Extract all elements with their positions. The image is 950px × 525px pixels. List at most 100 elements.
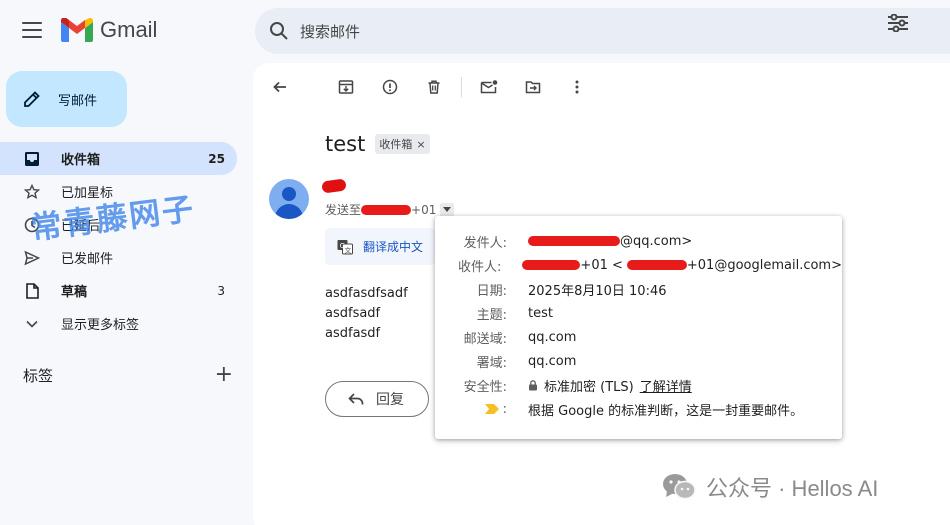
lock-icon xyxy=(529,379,537,390)
inbox-icon xyxy=(24,151,40,167)
reply-label: 回复 xyxy=(376,392,404,408)
sidebar-item-drafts[interactable]: 草稿 3 xyxy=(0,274,237,307)
gmail-m-icon xyxy=(61,18,93,42)
archive-button[interactable] xyxy=(329,77,363,97)
message-toolbar xyxy=(263,77,604,97)
details-label: 日期: xyxy=(476,283,507,299)
report-spam-button[interactable] xyxy=(373,77,407,97)
details-signed-by-row: 署域: qq.com xyxy=(435,349,842,373)
label-chip-text: 收件箱 xyxy=(379,138,413,151)
redacted-recipient xyxy=(361,204,412,215)
sender-avatar[interactable] xyxy=(269,179,309,219)
redacted-sender-address xyxy=(528,236,620,246)
unread-count: 25 xyxy=(208,151,225,166)
details-mailed-by-row: 邮送域: qq.com xyxy=(435,325,842,349)
move-to-button[interactable] xyxy=(516,77,550,97)
sidebar-item-label: 显示更多标签 xyxy=(61,318,140,333)
translate-button[interactable]: G 文 翻译成中文 xyxy=(325,228,435,265)
gmail-logo[interactable]: Gmail xyxy=(61,17,157,43)
more-options-button[interactable] xyxy=(560,77,594,97)
to-address-suffix: +01@googlemail.com> xyxy=(686,257,842,273)
details-date-row: 日期: 2025年8月10日 10:46 xyxy=(435,277,842,301)
trash-icon xyxy=(428,80,440,94)
archive-icon xyxy=(338,80,354,94)
labels-section-header: 标签 + xyxy=(23,364,233,386)
compose-label: 写邮件 xyxy=(58,93,98,109)
to-suffix: +01 xyxy=(411,202,437,217)
details-value: qq.com xyxy=(528,329,577,345)
recipient-line: 发送至 +01 xyxy=(325,201,455,218)
footer-watermark: 公众号 · Hellos AI xyxy=(662,471,878,503)
details-label: 主题: xyxy=(476,307,507,323)
mark-unread-button[interactable] xyxy=(472,77,506,97)
remove-label-icon[interactable]: × xyxy=(416,138,425,151)
email-subject: test xyxy=(325,132,366,156)
delete-button[interactable] xyxy=(417,77,451,97)
app-name: Gmail xyxy=(100,17,158,42)
inbox-label-chip: 收件箱 × xyxy=(375,134,430,154)
details-value: 2025年8月10日 10:46 xyxy=(528,283,667,299)
more-vertical-icon xyxy=(575,80,579,94)
back-button[interactable] xyxy=(263,77,297,97)
details-value: @qq.com> xyxy=(528,234,692,249)
email-body: asdfasdfsadf asdfsadf asdfasdf xyxy=(325,284,408,344)
redacted-recipient-name xyxy=(522,260,581,270)
sidebar-item-label: 已发邮件 xyxy=(61,252,114,267)
star-icon xyxy=(24,183,40,200)
draft-icon xyxy=(24,282,40,299)
details-value: qq.com xyxy=(528,353,577,369)
details-subject-row: 主题: test xyxy=(435,301,842,325)
from-address-suffix: @qq.com> xyxy=(620,233,693,249)
toolbar-divider xyxy=(461,77,462,97)
sidebar-item-more[interactable]: 显示更多标签 xyxy=(0,307,237,340)
learn-more-link[interactable]: 了解详情 xyxy=(640,376,692,395)
details-value: +01 < +01@googlemail.com> xyxy=(522,258,842,273)
svg-text:文: 文 xyxy=(345,245,352,254)
search-input[interactable]: 搜索邮件 xyxy=(300,21,360,42)
details-value: 标准加密 (TLS) 了解详情 xyxy=(528,376,692,395)
details-security-row: 安全性: 标准加密 (TLS) 了解详情 xyxy=(435,373,842,397)
importance-colon: : xyxy=(502,401,507,417)
details-label: 署域: xyxy=(476,355,507,371)
wechat-icon xyxy=(663,474,696,500)
spam-icon xyxy=(382,79,398,95)
details-importance-row: : 根据 Google 的标准判断，这是一封重要邮件。 xyxy=(435,397,842,421)
reply-icon xyxy=(348,393,364,405)
add-label-icon[interactable]: + xyxy=(215,364,233,386)
sidebar-item-label: 收件箱 xyxy=(61,153,101,168)
message-details-popup: 发件人: @qq.com> 收件人: +01 < +01@googlemail.… xyxy=(435,216,842,439)
show-details-button[interactable] xyxy=(440,202,455,217)
caret-down-icon xyxy=(443,206,452,212)
security-text: 标准加密 (TLS) xyxy=(544,379,634,395)
details-label: 邮送域: xyxy=(463,331,507,347)
redacted-recipient-address xyxy=(626,260,687,270)
details-value: 根据 Google 的标准判断，这是一封重要邮件。 xyxy=(528,403,804,419)
details-label: 安全性: xyxy=(463,379,507,395)
details-value: test xyxy=(528,305,553,321)
main-menu-button[interactable] xyxy=(22,22,42,40)
mail-dot-icon xyxy=(480,80,498,94)
arrow-left-icon xyxy=(273,81,286,93)
sidebar-item-inbox[interactable]: 收件箱 25 xyxy=(0,142,237,175)
search-icon[interactable] xyxy=(269,21,289,41)
body-line: asdfasdf xyxy=(325,326,381,341)
search-bar[interactable]: 搜索邮件 xyxy=(255,8,950,54)
subject-row: test 收件箱 × xyxy=(325,132,430,156)
search-options-icon[interactable] xyxy=(888,14,908,32)
details-from-row: 发件人: @qq.com> xyxy=(435,229,842,253)
reply-button[interactable]: 回复 xyxy=(325,381,429,417)
details-label: 收件人: xyxy=(458,259,502,275)
body-line: asdfasdfsadf xyxy=(325,286,408,301)
pencil-icon xyxy=(24,91,40,107)
send-icon xyxy=(24,250,40,266)
labels-title: 标签 xyxy=(23,366,54,385)
footer-watermark-text: 公众号 · Hellos AI xyxy=(706,476,879,501)
sidebar-item-label: 草稿 xyxy=(61,285,88,300)
folder-move-icon xyxy=(525,81,541,94)
importance-marker-icon xyxy=(484,404,499,414)
to-prefix: 发送至 xyxy=(325,203,362,217)
translate-icon: G 文 xyxy=(337,239,353,254)
to-name-suffix: +01 < xyxy=(580,257,623,273)
details-to-row: 收件人: +01 < +01@googlemail.com> xyxy=(435,253,842,277)
compose-button[interactable]: 写邮件 xyxy=(6,71,127,127)
